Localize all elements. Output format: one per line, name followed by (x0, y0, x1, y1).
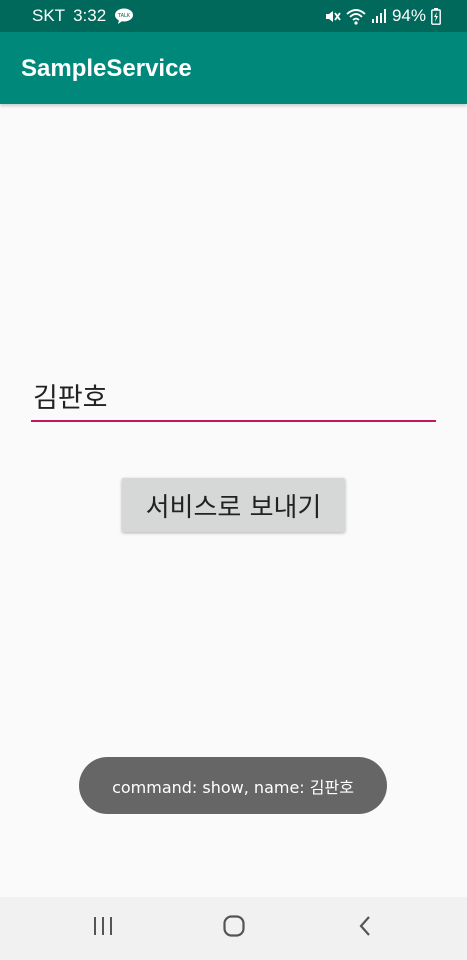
status-bar: SKT 3:32 TALK 94% (0, 0, 467, 32)
status-right: 94% (324, 6, 441, 26)
svg-text:TALK: TALK (117, 13, 131, 19)
recents-icon (92, 916, 114, 941)
recents-button[interactable] (63, 897, 143, 960)
app-title: SampleService (21, 55, 192, 82)
app-bar: SampleService (0, 32, 467, 104)
toast-message: command: show, name: 김판호 (79, 757, 387, 814)
battery-icon (431, 7, 441, 25)
back-icon (357, 915, 373, 942)
send-to-service-button[interactable]: 서비스로 보내기 (122, 478, 345, 532)
home-icon (222, 914, 246, 943)
status-left: SKT 3:32 TALK (32, 6, 134, 26)
toast-text: command: show, name: 김판호 (112, 777, 354, 797)
back-button[interactable] (325, 897, 405, 960)
battery-percent: 94% (391, 6, 426, 25)
mute-icon (324, 8, 341, 25)
name-input[interactable] (31, 370, 436, 422)
carrier-label: SKT (32, 6, 66, 25)
screen: SKT 3:32 TALK 94% SampleService 김판호 서비스로… (0, 0, 467, 960)
signal-icon (371, 8, 387, 24)
nav-bar (0, 897, 467, 960)
home-button[interactable] (194, 897, 274, 960)
wifi-icon (346, 8, 366, 25)
talk-icon: TALK (114, 8, 134, 24)
clock: 3:32 (73, 6, 107, 25)
